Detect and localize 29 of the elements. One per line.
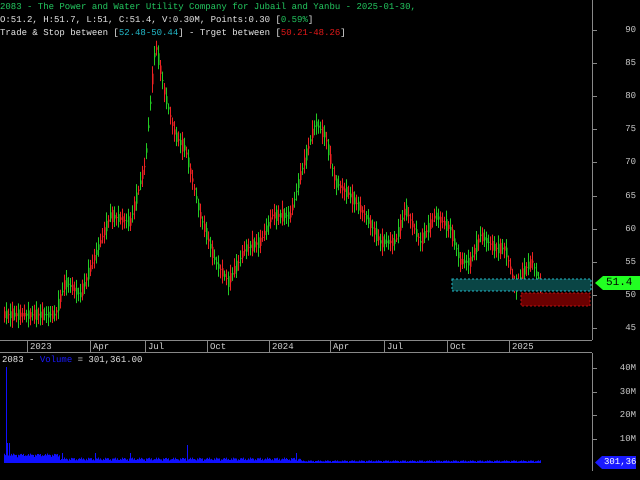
date-tick-label: Jul	[384, 341, 404, 353]
volume-tick-label: 20M	[620, 409, 636, 422]
date-tick-label: 2025	[509, 341, 534, 353]
price-tick-label: 85	[625, 59, 636, 68]
date-tick-label: 2024	[269, 341, 294, 353]
date-tick-label: Apr	[90, 341, 110, 353]
legend-line: O:51.2, H:51.7, L:51, C:51.4, V:0.30M, Points:0.30 [0.59%]	[0, 14, 314, 27]
price-tick-label: 80	[625, 92, 636, 102]
price-tick-label: 50	[625, 290, 636, 300]
volume-tick-label: 40M	[620, 362, 636, 375]
volume-tick-label: 30M	[620, 386, 636, 398]
date-tick-label: Apr	[330, 341, 350, 353]
price-tick-label: 55	[625, 258, 636, 267]
date-tick-label: Jul	[145, 341, 164, 353]
volume-tick-label: 10M	[620, 432, 636, 446]
tag-pointer-icon	[595, 276, 603, 290]
price-tick-label: 65	[625, 192, 636, 200]
price-tick-label: 70	[625, 158, 636, 168]
legend-line: Trade & Stop between [52.48-50.44] - Trget between [50.21-48.26]	[0, 27, 346, 40]
price-tick-label: 75	[625, 125, 636, 134]
price-tick-label: 45	[625, 324, 636, 333]
tag-pointer-icon	[595, 456, 602, 469]
date-tick-label: Oct	[447, 341, 466, 353]
price-tick-label: 90	[625, 26, 636, 35]
price-tick-label: 60	[625, 224, 636, 234]
date-tick-label: Oct	[207, 341, 226, 353]
volume-legend: 2083 - Volume = 301,361.00	[2, 354, 142, 367]
date-tick-label: 2023	[27, 341, 52, 353]
chart-title: 2083 - The Power and Water Utility Company for Jubail and Yanbu - 2025-01-30,	[0, 1, 416, 14]
